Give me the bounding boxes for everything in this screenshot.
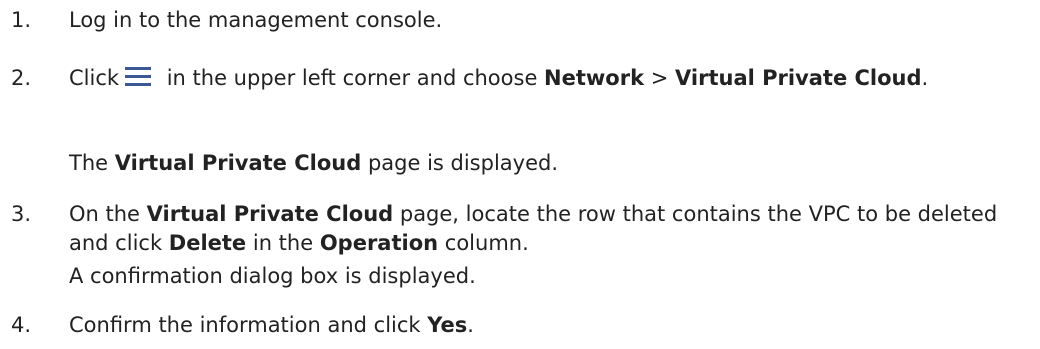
step-body: On the Virtual Private Cloud page, locat… [69, 200, 1020, 258]
step-instruction: Log in to the management console. [69, 8, 443, 32]
step-body: Click in the upper left corner and choos… [69, 64, 1020, 93]
menu-icon [125, 67, 152, 86]
step-number: 1. [11, 8, 32, 32]
step-instruction: On the Virtual Private Cloud page, locat… [69, 202, 998, 255]
step-instruction: Click in the upper left corner and choos… [69, 66, 929, 90]
step-result-text: A confirmation dialog box is displayed. [69, 264, 476, 288]
step-number: 3. [11, 202, 32, 226]
step-body: Confirm the information and click Yes. [69, 311, 1020, 340]
step-body: Log in to the management console. [69, 6, 1020, 35]
step-instruction: Confirm the information and click Yes. [69, 313, 474, 337]
step-number: 4. [11, 313, 32, 337]
procedure-document: 1. Log in to the management console. 2. … [0, 0, 1040, 349]
step-3-result: A confirmation dialog box is displayed. [69, 262, 1020, 291]
step-result-text: The Virtual Private Cloud page is displa… [69, 151, 559, 175]
step-2-result: The Virtual Private Cloud page is displa… [69, 149, 1020, 178]
step-number: 2. [11, 66, 32, 90]
